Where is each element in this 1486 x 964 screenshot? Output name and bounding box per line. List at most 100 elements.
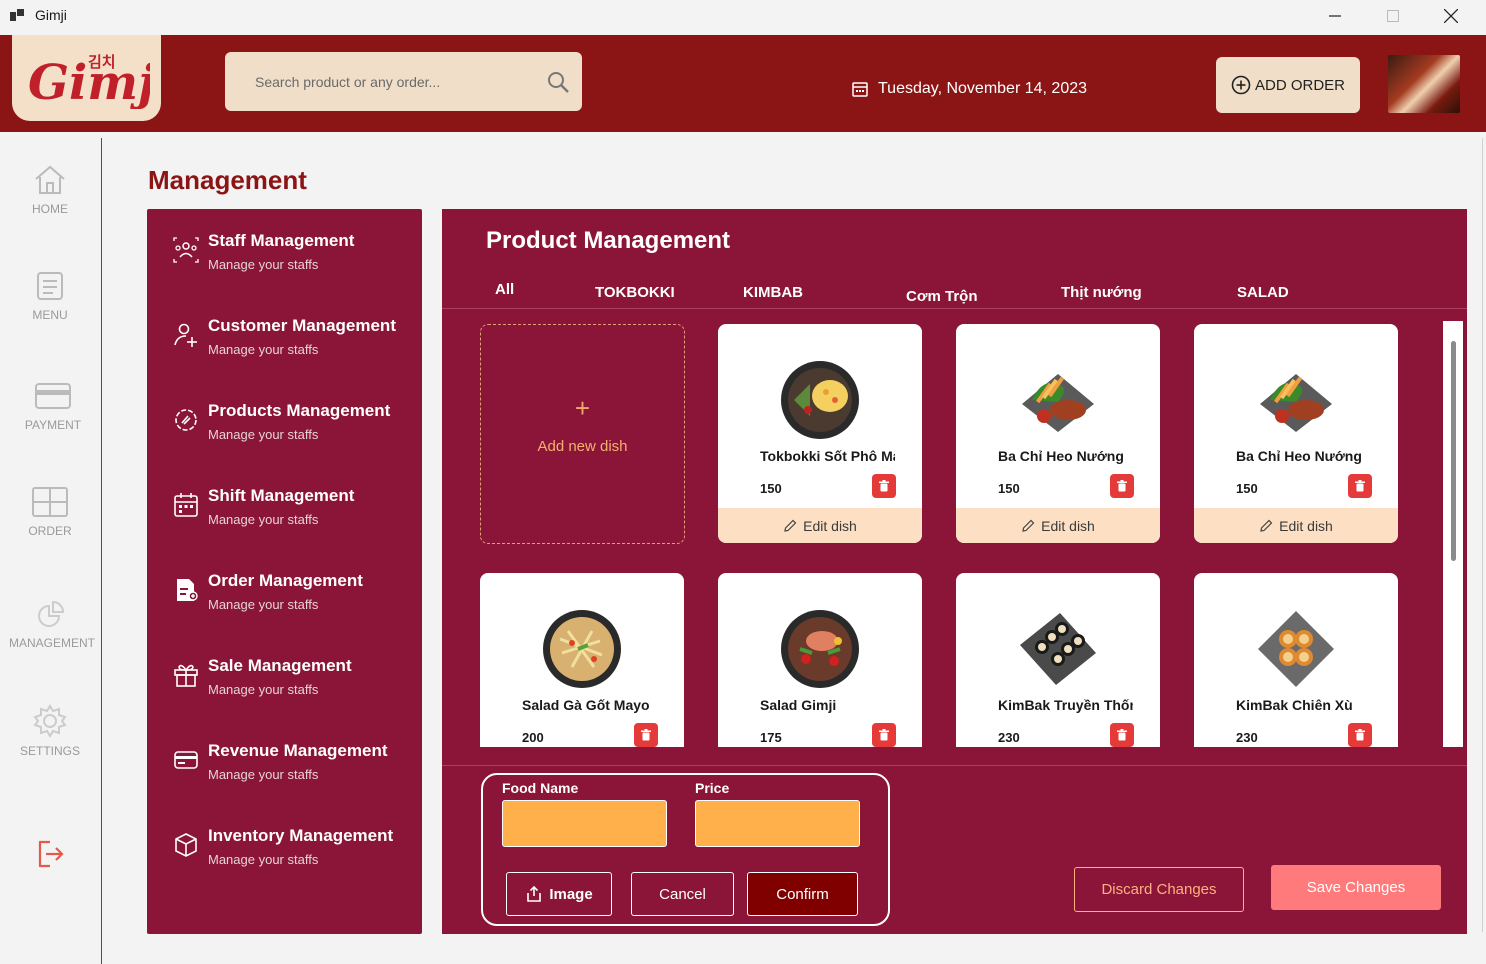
staff-icon <box>173 237 199 263</box>
grilled-pork-image <box>1260 374 1332 432</box>
order-doc-icon <box>177 579 198 601</box>
food-name-field[interactable] <box>502 800 667 847</box>
customer-icon <box>174 323 197 347</box>
product-management-panel: Product Management All TOKBOKKI KIMBAB C… <box>442 209 1467 934</box>
tab-tokbokki[interactable]: TOKBOKKI <box>595 284 675 301</box>
logo[interactable]: Gimji 김치 <box>12 35 161 121</box>
close-button[interactable] <box>1422 0 1480 31</box>
maximize-icon <box>1387 9 1399 22</box>
mgmt-title-products: Products Management <box>208 401 391 420</box>
price-field[interactable] <box>695 800 860 847</box>
dish-price: 175 <box>760 730 782 745</box>
tab-thit-nuong[interactable]: Thịt nướng <box>1061 284 1142 301</box>
price-label: Price <box>695 780 730 796</box>
logout-button[interactable] <box>0 838 100 876</box>
dish-card[interactable]: KimBak Truyền Thống 230 <box>956 573 1160 747</box>
calendar-icon <box>174 493 198 517</box>
dish-price: 150 <box>998 481 1020 496</box>
nav-label-settings: SETTINGS <box>19 744 80 758</box>
dish-card[interactable]: Salad Gà Gốt Mayo 200 <box>480 573 684 747</box>
dish-card[interactable]: KimBak Chiên Xù 230 <box>1194 573 1398 747</box>
add-order-button[interactable]: ADD ORDER <box>1216 57 1360 113</box>
cancel-button[interactable]: Cancel <box>631 872 734 916</box>
nav-item-payment[interactable]: PAYMENT <box>3 380 103 432</box>
pencil-icon <box>1260 519 1273 532</box>
trash-icon <box>879 480 889 492</box>
gear-icon <box>33 704 67 738</box>
image-upload-button[interactable]: Image <box>506 872 612 916</box>
delete-dish-button[interactable] <box>1348 474 1372 498</box>
search-box <box>225 52 582 111</box>
nav-item-menu[interactable]: MENU <box>0 270 100 322</box>
delete-dish-button[interactable] <box>1110 474 1134 498</box>
confirm-button[interactable]: Confirm <box>747 872 858 916</box>
dish-name: Ba Chỉ Heo Nướng <box>1236 448 1362 464</box>
tab-kimbab[interactable]: KIMBAB <box>743 284 803 301</box>
nav-item-order[interactable]: ORDER <box>0 486 100 538</box>
salad-image <box>543 610 621 688</box>
trash-icon <box>1117 729 1127 741</box>
nav-item-management[interactable]: MANAGEMENT <box>2 598 102 650</box>
delete-dish-button[interactable] <box>872 723 896 747</box>
upload-icon <box>527 885 542 902</box>
minimize-icon <box>1329 14 1341 17</box>
dish-name: KimBak Truyền Thống <box>998 697 1133 713</box>
delete-dish-button[interactable] <box>872 474 896 498</box>
scrollbar-thumb[interactable] <box>1451 341 1456 561</box>
search-icon[interactable] <box>546 70 570 94</box>
mgmt-title-revenue: Revenue Management <box>208 741 388 760</box>
tab-com-tron[interactable]: Cơm Trộn <box>906 288 978 305</box>
minimize-button[interactable] <box>1306 0 1364 31</box>
dish-price: 230 <box>1236 730 1258 745</box>
cancel-button-label: Cancel <box>659 885 706 903</box>
save-changes-button[interactable]: Save Changes <box>1271 865 1441 910</box>
dish-card[interactable]: Tokbokki Sốt Phô Mai 150 Edit dish <box>718 324 922 543</box>
dish-card[interactable]: Ba Chỉ Heo Nướng 150 Edit dish <box>1194 324 1398 543</box>
fried-kimbap-image <box>1258 611 1334 687</box>
trash-icon <box>879 729 889 741</box>
discard-changes-button[interactable]: Discard Changes <box>1074 867 1244 912</box>
edit-dish-label: Edit dish <box>1279 517 1333 534</box>
nav-item-home[interactable]: HOME <box>0 164 100 216</box>
dish-name: Salad Gà Gốt Mayo <box>522 697 650 713</box>
add-dish-card[interactable]: + Add new dish <box>480 324 685 544</box>
edit-dish-button[interactable]: Edit dish <box>1194 508 1398 543</box>
mgmt-title-sale: Sale Management <box>208 656 352 675</box>
tab-all[interactable]: All <box>495 281 514 298</box>
kimbap-image <box>1020 613 1096 685</box>
dish-card[interactable]: Salad Gimji 175 <box>718 573 922 747</box>
delete-dish-button[interactable] <box>634 723 658 747</box>
svg-text:김치: 김치 <box>88 53 116 71</box>
dish-card[interactable]: Ba Chỉ Heo Nướng 150 Edit dish <box>956 324 1160 543</box>
plus-icon: + <box>574 393 591 423</box>
trash-icon <box>1117 480 1127 492</box>
close-icon <box>1444 8 1458 23</box>
menu-icon <box>37 272 63 300</box>
search-input[interactable] <box>255 69 535 95</box>
mgmt-title-order: Order Management <box>208 571 363 590</box>
mgmt-subtitle-inventory: Manage your staffs <box>208 852 319 867</box>
nav-item-settings[interactable]: SETTINGS <box>0 704 100 758</box>
dish-grid: + Add new dish Tokbokki Sốt Phô Mai 150 … <box>442 309 1442 747</box>
calendar-icon <box>852 82 868 97</box>
title-bar: Gimji <box>0 0 1486 31</box>
card-icon <box>174 751 198 769</box>
dish-name: KimBak Chiên Xù <box>1236 697 1353 713</box>
tab-salad[interactable]: SALAD <box>1237 284 1289 301</box>
edit-dish-button[interactable]: Edit dish <box>718 508 922 543</box>
confirm-button-label: Confirm <box>776 885 829 903</box>
date-text: Tuesday, November 14, 2023 <box>878 80 1088 97</box>
mgmt-subtitle-products: Manage your staffs <box>208 427 319 442</box>
nav-label-payment: PAYMENT <box>24 418 82 432</box>
management-menu: Staff Management Manage your staffs Cust… <box>147 209 422 934</box>
delete-dish-button[interactable] <box>1110 723 1134 747</box>
avatar[interactable] <box>1388 55 1460 113</box>
dish-name: Ba Chỉ Heo Nướng <box>998 448 1124 464</box>
edit-dish-button[interactable]: Edit dish <box>956 508 1160 543</box>
mgmt-title-inventory: Inventory Management <box>208 826 394 845</box>
delete-dish-button[interactable] <box>1348 723 1372 747</box>
nav-label-management: MANAGEMENT <box>8 636 95 650</box>
sidebar-nav: HOME MENU PAYMENT ORDER MANAGEMENT SETTI… <box>0 138 102 964</box>
maximize-button[interactable] <box>1364 0 1422 31</box>
vertical-scrollbar[interactable] <box>1443 321 1463 747</box>
